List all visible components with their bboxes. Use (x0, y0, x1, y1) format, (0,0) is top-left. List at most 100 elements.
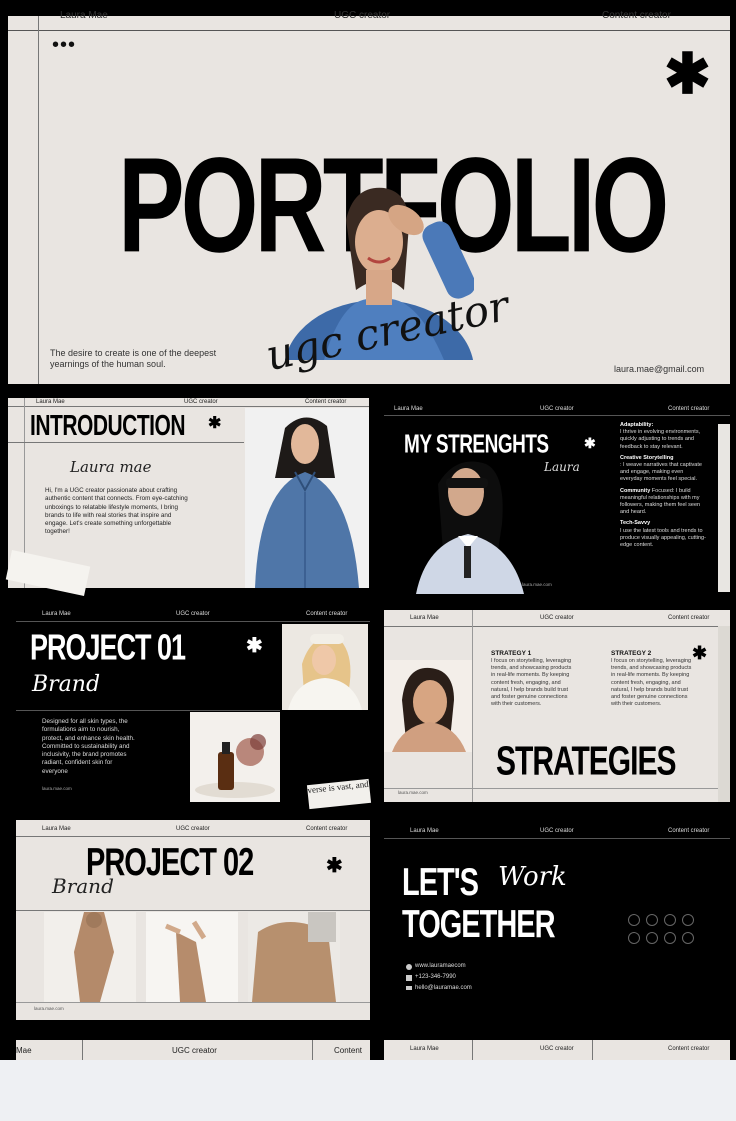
strengths-website[interactable]: laura.mae.com (522, 582, 552, 587)
torn-paper-decoration (718, 626, 730, 802)
strategies-model-photo (384, 660, 472, 752)
strategies-title: STRATEGIES (496, 739, 676, 784)
work-header-mid: UGC creator (540, 828, 574, 834)
intro-header-left: Laura Mae (36, 399, 65, 405)
web-icon (406, 964, 412, 970)
cover-header-mid: UGC creator (334, 10, 391, 21)
strength-name: Creative Storytelling (620, 454, 674, 461)
bottom-left-right: Content (334, 1046, 363, 1055)
project2-website[interactable]: laura.mae.com (34, 1006, 64, 1011)
strength-name: Community (620, 487, 651, 494)
cover-email[interactable]: laura.mae@gmail.com (614, 364, 704, 374)
project2-signature: Brand (52, 874, 114, 898)
strength-name: Tech-Savvy (620, 520, 651, 527)
project1-website[interactable]: laura.mae.com (42, 786, 72, 791)
strengths-list: Adaptability: I thrive in evolving enviro… (620, 422, 706, 549)
project2-asterisk-icon: ✱ (326, 855, 343, 877)
phone-icon (406, 975, 412, 981)
tiktok-icon[interactable] (646, 932, 658, 944)
project1-slide[interactable]: Laura Mae UGC creator Content creator PR… (16, 606, 372, 810)
strength-item: Adaptability: I thrive in evolving enviro… (620, 422, 706, 451)
strength-text: : I weave narratives that captivate and … (620, 462, 702, 483)
bottom-right-name: Laura Mae (410, 1046, 439, 1052)
strategies-header-left: Laura Mae (410, 615, 439, 621)
pinterest-icon[interactable] (682, 932, 694, 944)
strength-text: I thrive in evolving environments, quick… (620, 429, 701, 450)
cover-header-right: Content creator (602, 10, 671, 21)
strategies-header-right: Content creator (668, 615, 710, 621)
strength-name: Adaptability: (620, 422, 654, 428)
whatsapp-icon[interactable] (646, 914, 658, 926)
strengths-signature: Laura (544, 460, 580, 474)
intro-slide[interactable]: Laura Mae UGC creator Content creator IN… (5, 398, 369, 596)
intro-model-photo (245, 408, 369, 588)
strategy2-text: I focus on storytelling, leveraging tren… (611, 658, 692, 708)
linkedin-icon[interactable] (628, 932, 640, 944)
strengths-header-mid: UGC creator (540, 406, 574, 412)
strategy1-title: STRATEGY 1 (491, 650, 532, 657)
collage-text-scrap: verse is vast, and (306, 778, 372, 810)
project1-header-right: Content creator (306, 611, 348, 617)
intro-signature: Laura mae (70, 458, 152, 476)
strengths-header-right: Content creator (668, 406, 710, 412)
footer-area (0, 1060, 736, 1121)
bottom-right-mid: UGC creator (540, 1046, 574, 1052)
project1-header-left: Laura Mae (42, 611, 71, 617)
bottom-right-right: Content creator (668, 1046, 710, 1052)
work-header-left: Laura Mae (410, 828, 439, 834)
work-header-right: Content creator (668, 828, 710, 834)
menu-dots-icon[interactable]: ••• (52, 34, 76, 57)
work-title-2: TOGETHER (402, 903, 556, 947)
project1-photo-bottom (190, 712, 280, 802)
project1-title: PROJECT 01 (30, 627, 186, 668)
intro-title: INTRODUCTION (30, 410, 186, 442)
cover-slide[interactable]: Laura Mae UGC creator Content creator ••… (8, 10, 730, 384)
project2-photo-2 (146, 912, 238, 1002)
contact-mail[interactable]: hello@lauramae.com (415, 985, 472, 991)
project2-photo-3 (248, 912, 340, 1002)
project2-header-right: Content creator (306, 826, 348, 832)
strengths-header-left: Laura Mae (394, 406, 423, 412)
twitter-icon[interactable] (682, 914, 694, 926)
project1-asterisk-icon: ✱ (246, 635, 263, 657)
strategy1-text: I focus on storytelling, leveraging tren… (491, 658, 572, 708)
strength-item: Tech-Savvy I use the latest tools and tre… (620, 520, 706, 549)
strengths-model-photo (416, 454, 524, 594)
strategies-asterisk-icon: ✱ (692, 643, 708, 663)
partial-slide-right[interactable]: Laura Mae UGC creator Content creator (384, 1040, 730, 1060)
torn-paper-decoration (718, 424, 730, 592)
contact-phone[interactable]: +123-346-7990 (415, 974, 456, 980)
project2-photo-1 (44, 912, 136, 1002)
strengths-slide[interactable]: Laura Mae UGC creator Content creator MY… (384, 398, 730, 596)
contact-slide[interactable]: Laura Mae UGC creator Content creator LE… (384, 820, 730, 1020)
mail-icon (406, 986, 412, 990)
strategies-header-mid: UGC creator (540, 615, 574, 621)
intro-header-mid: UGC creator (184, 399, 218, 405)
strategy2-title: STRATEGY 2 (611, 650, 652, 657)
cover-header-left: Laura Mae (60, 10, 108, 21)
project2-slide[interactable]: Laura Mae UGC creator Content creator PR… (16, 820, 370, 1020)
strength-text: I use the latest tools and trends to pro… (620, 527, 706, 549)
project1-body: Designed for all skin types, the formula… (42, 718, 135, 775)
partial-slide-left[interactable]: Mae UGC creator Content (16, 1040, 370, 1060)
torn-paper-decoration (5, 550, 91, 596)
intro-header-right: Content creator (305, 399, 347, 405)
project1-signature: Brand (32, 672, 101, 697)
asterisk-icon: ✱ (664, 42, 711, 105)
facebook-icon[interactable] (628, 914, 640, 926)
strengths-asterisk-icon: ✱ (584, 435, 596, 451)
strategies-slide[interactable]: Laura Mae UGC creator Content creator ST… (384, 610, 730, 802)
bottom-left-mid: UGC creator (172, 1046, 217, 1055)
snapchat-icon[interactable] (664, 932, 676, 944)
project2-header-mid: UGC creator (176, 826, 210, 832)
intro-body: Hi, I'm a UGC creator passionate about c… (45, 487, 188, 536)
bottom-left-name: Mae (16, 1046, 32, 1055)
cover-tagline: The desire to create is one of the deepe… (50, 348, 217, 369)
contact-web[interactable]: www.lauramaecom (415, 963, 466, 969)
project1-photo-top (282, 624, 368, 710)
instagram-icon[interactable] (664, 914, 676, 926)
project1-header-mid: UGC creator (176, 611, 210, 617)
strength-item: Community Focused: I build meaningful re… (620, 488, 706, 517)
project2-header-left: Laura Mae (42, 826, 71, 832)
strategies-website[interactable]: laura.mae.com (398, 790, 428, 795)
